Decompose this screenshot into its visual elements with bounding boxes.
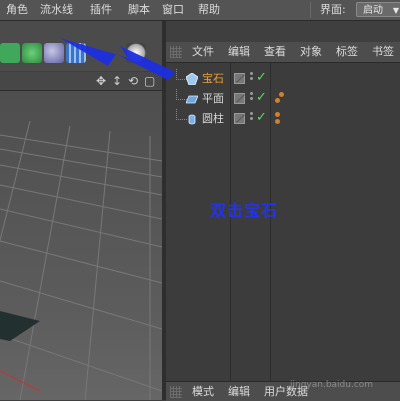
scene-tool-icon[interactable] — [66, 43, 86, 63]
layout-select[interactable]: 启动 ▼ — [356, 2, 400, 17]
generator-tool-icon[interactable] — [22, 43, 42, 63]
perspective-grid — [0, 120, 162, 400]
menu-plugins[interactable]: 插件 — [90, 0, 112, 20]
object-row-cylinder[interactable]: 圆柱 ✓ — [166, 109, 400, 129]
menu-window[interactable]: 窗口 — [162, 0, 184, 20]
om-menu-tags[interactable]: 标签 — [336, 42, 358, 62]
interface-label: 界面: — [320, 3, 346, 16]
material-tag-icon[interactable] — [275, 92, 285, 106]
menubar-separator — [310, 2, 311, 18]
menu-character[interactable]: 角色 — [6, 0, 28, 20]
visibility-dots-icon[interactable] — [250, 92, 254, 106]
om-menu-view[interactable]: 查看 — [264, 42, 286, 62]
gem-icon — [186, 73, 198, 85]
om-menu-objects[interactable]: 对象 — [300, 42, 322, 62]
cube-tool-icon[interactable] — [0, 43, 20, 63]
om-menu-edit[interactable]: 编辑 — [228, 42, 250, 62]
plane-icon — [186, 95, 198, 104]
material-tag-icon[interactable] — [275, 112, 285, 126]
menu-script[interactable]: 脚本 — [128, 0, 150, 20]
object-row-plane[interactable]: 平面 ✓ — [166, 89, 400, 109]
layer-icon[interactable] — [234, 113, 245, 124]
om-menu-bookmarks[interactable]: 书签 — [372, 42, 394, 62]
3d-viewport[interactable] — [0, 91, 162, 400]
watermark: jingyan.baidu.com — [290, 380, 374, 390]
maximize-view-icon[interactable]: ▢ — [144, 73, 155, 89]
object-row-gem[interactable]: 宝石 ✓ — [166, 69, 400, 89]
move-view-icon[interactable]: ✥ — [96, 73, 106, 89]
light-tool-icon[interactable] — [126, 43, 146, 63]
am-menu-edit[interactable]: 编辑 — [228, 382, 250, 401]
object-manager-menubar: 文件 编辑 查看 对象 标签 书签 — [166, 42, 400, 63]
visibility-dots-icon[interactable] — [250, 72, 254, 86]
object-manager: 文件 编辑 查看 对象 标签 书签 宝石 ✓ 平面 ✓ 圆柱 ✓ 双击宝石 模式… — [166, 42, 400, 401]
object-label: 平面 — [202, 92, 224, 105]
chevron-down-icon: ▼ — [392, 6, 399, 15]
layout-select-value: 启动 — [363, 5, 383, 16]
rotate-view-icon[interactable]: ⟲ — [128, 73, 138, 89]
deformer-tool-icon[interactable] — [44, 43, 64, 63]
cylinder-icon — [188, 114, 196, 125]
layer-icon[interactable] — [234, 93, 245, 104]
instruction-annotation: 双击宝石 — [210, 201, 279, 220]
panel-grip-icon[interactable] — [170, 46, 182, 58]
menu-pipeline[interactable]: 流水线 — [40, 0, 73, 20]
dolly-view-icon[interactable]: ↕ — [112, 73, 122, 89]
visibility-dots-icon[interactable] — [250, 112, 254, 126]
viewport-header: ✥ ↕ ⟲ ▢ — [0, 72, 162, 91]
object-label: 宝石 — [202, 72, 224, 85]
object-list: 宝石 ✓ 平面 ✓ 圆柱 ✓ 双击宝石 — [166, 63, 400, 381]
panel-grip-icon[interactable] — [170, 386, 182, 398]
main-menubar: 角色 流水线 插件 脚本 窗口 帮助 界面: 启动 ▼ — [0, 0, 400, 21]
object-label: 圆柱 — [202, 112, 224, 125]
am-menu-mode[interactable]: 模式 — [192, 382, 214, 401]
om-menu-file[interactable]: 文件 — [192, 42, 214, 62]
enabled-check-icon[interactable]: ✓ — [256, 90, 267, 106]
main-toolbar — [0, 21, 162, 71]
enabled-check-icon[interactable]: ✓ — [256, 70, 267, 86]
layer-icon[interactable] — [234, 73, 245, 84]
enabled-check-icon[interactable]: ✓ — [256, 110, 267, 126]
menu-help[interactable]: 帮助 — [198, 0, 220, 20]
